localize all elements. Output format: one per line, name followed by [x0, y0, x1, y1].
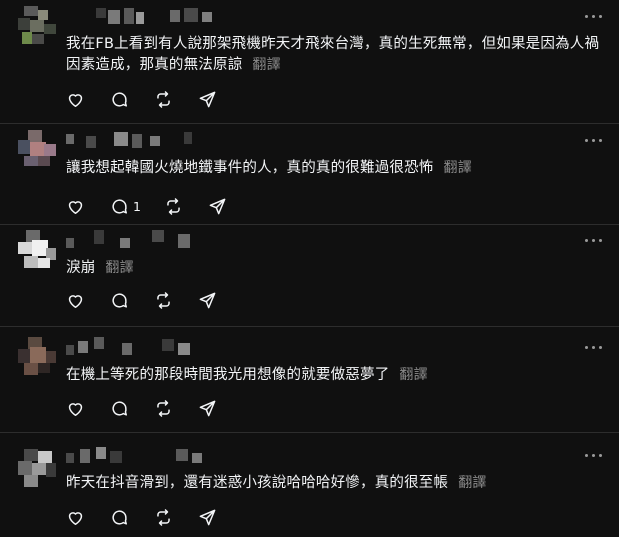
avatar[interactable]	[18, 130, 58, 170]
translate-link[interactable]: 翻譯	[399, 367, 427, 383]
username-blurred[interactable]	[66, 230, 226, 252]
translate-link[interactable]: 翻譯	[444, 160, 472, 176]
heart-icon	[68, 294, 83, 308]
heart-icon	[68, 200, 83, 214]
post: 在機上等死的那段時間我光用想像的就要做惡夢了 翻譯	[0, 337, 619, 427]
repost-button[interactable]	[164, 195, 183, 217]
post-actions	[66, 88, 326, 110]
post-actions	[66, 506, 326, 528]
username-blurred[interactable]	[66, 130, 226, 152]
post-text: 讓我想起韓國火燒地鐵事件的人，真的真的很難過很恐怖 翻譯	[66, 158, 606, 179]
divider	[0, 326, 619, 327]
reply-button[interactable]	[110, 289, 133, 311]
heart-icon	[68, 511, 83, 525]
more-options-button[interactable]	[583, 341, 605, 355]
repost-icon	[157, 90, 170, 108]
send-icon	[199, 91, 216, 107]
reply-button[interactable]: 1	[110, 195, 141, 217]
post-body: 在機上等死的那段時間我光用想像的就要做惡夢了	[66, 367, 390, 383]
like-button[interactable]	[66, 88, 85, 110]
post-text: 昨天在抖音滑到，還有迷惑小孩說哈哈哈好慘，真的很至帳 翻譯	[66, 473, 606, 494]
more-options-button[interactable]	[583, 10, 605, 24]
repost-button[interactable]	[154, 397, 173, 419]
like-button[interactable]	[66, 506, 85, 528]
avatar[interactable]	[18, 230, 58, 270]
avatar[interactable]	[18, 449, 58, 489]
comment-icon	[112, 292, 127, 308]
share-button[interactable]	[198, 289, 217, 311]
repost-button[interactable]	[154, 289, 173, 311]
comment-icon	[112, 91, 127, 107]
divider	[0, 224, 619, 225]
repost-button[interactable]	[154, 506, 173, 528]
avatar[interactable]	[18, 337, 58, 377]
share-button[interactable]	[208, 195, 227, 217]
post: 淚崩 翻譯	[0, 230, 619, 320]
post-body: 讓我想起韓國火燒地鐵事件的人，真的真的很難過很恐怖	[66, 160, 434, 176]
translate-link[interactable]: 翻譯	[458, 475, 486, 491]
post-text: 在機上等死的那段時間我光用想像的就要做惡夢了 翻譯	[66, 365, 606, 386]
post-text: 我在FB上看到有人說那架飛機昨天才飛來台灣，真的生死無常，但如果是因為人禍因素造…	[66, 34, 606, 76]
username-blurred[interactable]	[66, 337, 226, 359]
heart-icon	[68, 93, 83, 107]
repost-button[interactable]	[154, 88, 173, 110]
like-button[interactable]	[66, 195, 85, 217]
more-options-button[interactable]	[583, 234, 605, 248]
divider	[0, 432, 619, 433]
share-button[interactable]	[198, 397, 217, 419]
avatar[interactable]	[18, 6, 58, 46]
send-icon	[199, 292, 216, 308]
post-body: 昨天在抖音滑到，還有迷惑小孩說哈哈哈好慘，真的很至帳	[66, 475, 449, 491]
post-actions: 1	[66, 195, 326, 217]
username-blurred[interactable]	[66, 445, 226, 467]
send-icon	[209, 198, 226, 214]
post-actions	[66, 289, 326, 311]
post: 我在FB上看到有人說那架飛機昨天才飛來台灣，真的生死無常，但如果是因為人禍因素造…	[0, 6, 619, 116]
comment-icon	[112, 400, 127, 416]
send-icon	[199, 509, 216, 525]
comment-icon	[112, 509, 127, 525]
like-button[interactable]	[66, 289, 85, 311]
like-button[interactable]	[66, 397, 85, 419]
post: 昨天在抖音滑到，還有迷惑小孩說哈哈哈好慘，真的很至帳 翻譯	[0, 445, 619, 535]
more-options-button[interactable]	[583, 134, 605, 148]
translate-link[interactable]: 翻譯	[252, 57, 280, 73]
repost-icon	[157, 508, 170, 526]
more-options-button[interactable]	[583, 449, 605, 463]
post: 讓我想起韓國火燒地鐵事件的人，真的真的很難過很恐怖 翻譯 1	[0, 130, 619, 220]
repost-icon	[157, 399, 170, 417]
share-button[interactable]	[198, 88, 217, 110]
post-body: 我在FB上看到有人說那架飛機昨天才飛來台灣，真的生死無常，但如果是因為人禍因素造…	[66, 36, 600, 73]
share-button[interactable]	[198, 506, 217, 528]
post-text: 淚崩 翻譯	[66, 258, 606, 279]
heart-icon	[68, 402, 83, 416]
post-actions	[66, 397, 326, 419]
divider	[0, 123, 619, 124]
translate-link[interactable]: 翻譯	[105, 260, 133, 276]
reply-button[interactable]	[110, 397, 133, 419]
username-blurred[interactable]	[66, 6, 226, 28]
reply-button[interactable]	[110, 506, 133, 528]
comment-icon	[112, 198, 127, 214]
repost-icon	[167, 197, 180, 215]
repost-icon	[157, 291, 170, 309]
reply-button[interactable]	[110, 88, 133, 110]
send-icon	[199, 400, 216, 416]
reply-count: 1	[133, 198, 141, 214]
post-body: 淚崩	[66, 260, 96, 276]
